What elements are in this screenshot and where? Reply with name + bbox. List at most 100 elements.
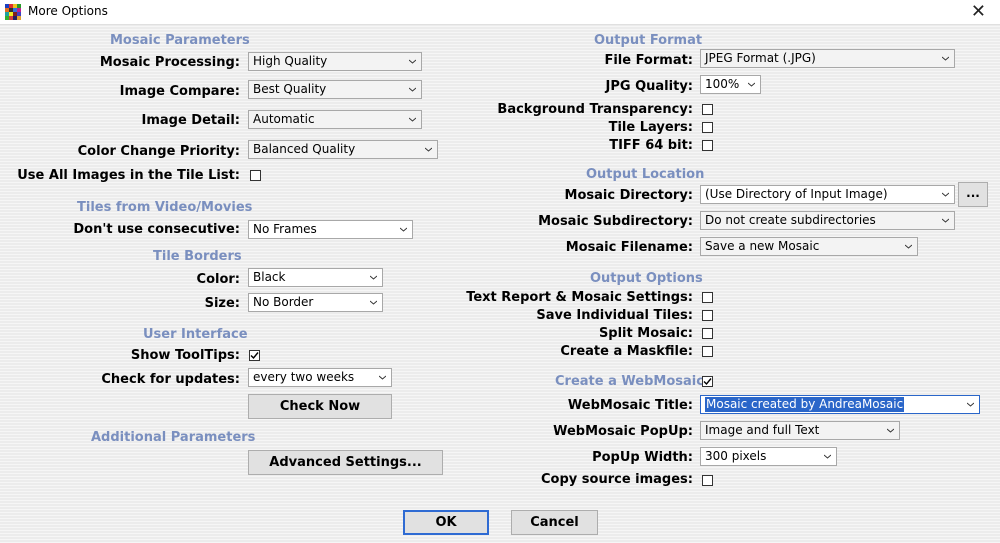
mosaic-directory-select[interactable]: (Use Directory of Input Image) [700, 185, 955, 204]
consecutive-select[interactable]: No Frames [248, 220, 413, 239]
webmosaic-popup-value: Image and full Text [705, 423, 820, 437]
color-priority-label: Color Change Priority: [77, 144, 240, 159]
individual-tiles-label: Save Individual Tiles: [536, 308, 693, 323]
color-priority-value: Balanced Quality [253, 142, 356, 156]
additional-parameters-header: Additional Parameters [91, 430, 256, 445]
copy-source-checkbox[interactable] [702, 475, 713, 486]
popup-width-label: PopUp Width: [592, 450, 693, 465]
title-bar: More Options ✕ [0, 0, 1000, 25]
chevron-down-icon [400, 227, 407, 232]
chevron-down-icon [370, 300, 377, 305]
chevron-down-icon [942, 192, 949, 197]
user-interface-header: User Interface [143, 327, 248, 342]
webmosaic-title-label: WebMosaic Title: [567, 398, 693, 413]
mosaic-subdirectory-label: Mosaic Subdirectory: [538, 214, 693, 229]
app-icon [5, 4, 21, 20]
consecutive-label: Don't use consecutive: [73, 222, 240, 237]
jpg-quality-label: JPG Quality: [605, 79, 693, 94]
output-options-header: Output Options [590, 271, 703, 286]
border-color-label: Color: [196, 272, 240, 287]
advanced-settings-button[interactable]: Advanced Settings... [248, 450, 443, 475]
check-updates-select[interactable]: every two weeks [248, 368, 392, 387]
check-now-button[interactable]: Check Now [248, 394, 392, 419]
border-size-select[interactable]: No Border [248, 293, 383, 312]
text-report-label: Text Report & Mosaic Settings: [466, 290, 693, 305]
mosaic-directory-value: (Use Directory of Input Image) [705, 187, 888, 201]
chevron-down-icon [824, 454, 831, 459]
mosaic-filename-value: Save a new Mosaic [705, 239, 820, 253]
show-tooltips-label: Show ToolTips: [130, 348, 240, 363]
tile-layers-checkbox[interactable] [702, 122, 713, 133]
tile-borders-header: Tile Borders [153, 249, 242, 264]
border-color-value: Black [253, 270, 286, 284]
mosaic-processing-select[interactable]: High Quality [248, 52, 422, 71]
border-size-value: No Border [253, 295, 314, 309]
copy-source-label: Copy source images: [541, 472, 693, 487]
split-mosaic-label: Split Mosaic: [598, 326, 693, 341]
browse-directory-button[interactable]: ... [958, 182, 988, 207]
tiff64-checkbox[interactable] [702, 140, 713, 151]
webmosaic-popup-select[interactable]: Image and full Text [700, 421, 900, 440]
bg-transparency-label: Background Transparency: [497, 102, 693, 117]
use-all-images-checkbox[interactable] [250, 170, 261, 181]
webmosaic-title-value: Mosaic created by AndreaMosaic [705, 397, 905, 412]
window-title: More Options [28, 4, 108, 18]
chevron-down-icon [409, 59, 416, 64]
check-updates-value: every two weeks [253, 370, 355, 384]
chevron-down-icon [748, 82, 755, 87]
chevron-down-icon [942, 218, 949, 223]
output-format-header: Output Format [594, 33, 703, 48]
check-updates-label: Check for updates: [101, 372, 240, 387]
file-format-value: JPEG Format (.JPG) [705, 51, 816, 65]
consecutive-value: No Frames [253, 222, 317, 236]
chevron-down-icon [409, 87, 416, 92]
tiff64-label: TIFF 64 bit: [609, 138, 693, 153]
tile-layers-label: Tile Layers: [608, 120, 693, 135]
mosaic-filename-select[interactable]: Save a new Mosaic [700, 237, 918, 256]
split-mosaic-checkbox[interactable] [702, 328, 713, 339]
bg-transparency-checkbox[interactable] [702, 104, 713, 115]
webmosaic-popup-label: WebMosaic PopUp: [553, 424, 693, 439]
show-tooltips-checkbox[interactable] [249, 350, 260, 361]
image-compare-value: Best Quality [253, 82, 327, 96]
image-detail-label: Image Detail: [141, 113, 240, 128]
image-detail-value: Automatic [253, 112, 315, 126]
jpg-quality-select[interactable]: 100% [700, 75, 761, 94]
maskfile-label: Create a Maskfile: [560, 344, 693, 359]
close-icon[interactable]: ✕ [971, 1, 986, 22]
cancel-button[interactable]: Cancel [511, 510, 598, 535]
webmosaic-header: Create a WebMosaic [555, 374, 704, 389]
file-format-label: File Format: [604, 53, 693, 68]
image-compare-label: Image Compare: [119, 84, 240, 99]
chevron-down-icon [379, 375, 386, 380]
use-all-images-label: Use All Images in the Tile List: [17, 168, 240, 183]
checkmark-icon [250, 352, 259, 360]
ok-button[interactable]: OK [403, 510, 489, 535]
popup-width-select[interactable]: 300 pixels [700, 447, 837, 466]
chevron-down-icon [409, 117, 416, 122]
webmosaic-title-input[interactable]: Mosaic created by AndreaMosaic [700, 395, 980, 414]
chevron-down-icon [942, 56, 949, 61]
border-color-select[interactable]: Black [248, 268, 383, 287]
mosaic-subdirectory-value: Do not create subdirectories [705, 213, 876, 227]
tiles-video-header: Tiles from Video/Movies [77, 200, 253, 215]
image-detail-select[interactable]: Automatic [248, 110, 422, 129]
image-compare-select[interactable]: Best Quality [248, 80, 422, 99]
mosaic-parameters-header: Mosaic Parameters [110, 33, 250, 48]
webmosaic-checkbox[interactable] [702, 376, 713, 387]
color-priority-select[interactable]: Balanced Quality [248, 140, 438, 159]
chevron-down-icon [887, 428, 894, 433]
popup-width-value: 300 pixels [705, 449, 767, 463]
border-size-label: Size: [204, 296, 240, 311]
mosaic-filename-label: Mosaic Filename: [565, 240, 693, 255]
chevron-down-icon [967, 402, 974, 407]
chevron-down-icon [370, 275, 377, 280]
text-report-checkbox[interactable] [702, 292, 713, 303]
file-format-select[interactable]: JPEG Format (.JPG) [700, 49, 955, 68]
maskfile-checkbox[interactable] [702, 346, 713, 357]
individual-tiles-checkbox[interactable] [702, 310, 713, 321]
mosaic-directory-label: Mosaic Directory: [564, 188, 693, 203]
checkmark-icon [703, 378, 712, 386]
mosaic-subdirectory-select[interactable]: Do not create subdirectories [700, 211, 955, 230]
mosaic-processing-label: Mosaic Processing: [99, 55, 240, 70]
